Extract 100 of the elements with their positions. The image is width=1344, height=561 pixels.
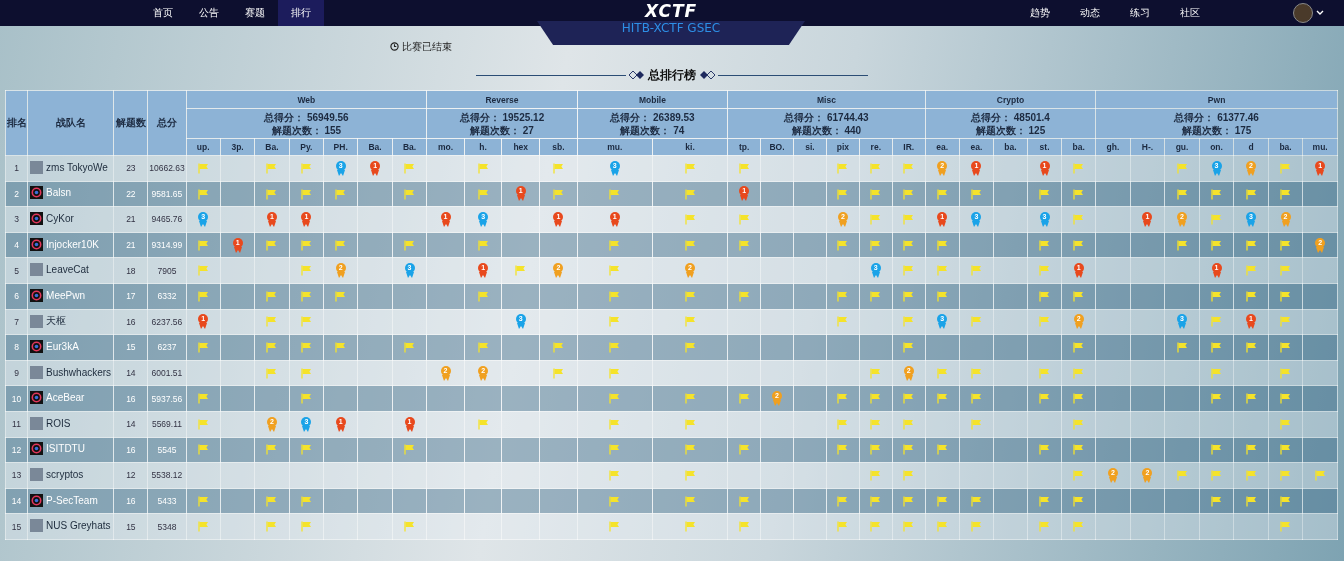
column-header: 战队名 xyxy=(27,90,114,156)
total-score: 9314.99 xyxy=(147,232,186,258)
solved-count: 16 xyxy=(113,437,148,463)
rank-cell: 13 xyxy=(5,462,28,489)
rank-cell: 3 xyxy=(5,206,28,233)
category-score: 总得分： 56949.56 xyxy=(262,110,350,124)
nav-link[interactable]: 首页 xyxy=(140,0,186,26)
rank-cell: 12 xyxy=(5,437,28,463)
solved-count: 17 xyxy=(113,283,148,310)
category-solves: 解题次数： 155 xyxy=(270,123,343,137)
solved-count: 21 xyxy=(113,206,148,233)
column-header: 排名 xyxy=(5,90,28,156)
total-score: 5348 xyxy=(147,513,186,540)
rank-cell: 1 xyxy=(5,155,28,182)
event-subtitle: HITB-XCTF GSEC xyxy=(621,21,721,37)
rank-cell: 11 xyxy=(5,411,28,438)
team-logo-placeholder xyxy=(30,365,44,379)
team-logo-placeholder xyxy=(30,160,44,174)
total-score: 6237.56 xyxy=(147,309,186,335)
team-logo-icon xyxy=(30,339,44,353)
nav-link[interactable]: 赛题 xyxy=(232,0,278,26)
rank-cell: 14 xyxy=(5,488,28,514)
nav-link[interactable]: 公告 xyxy=(186,0,232,26)
team-logo-icon xyxy=(30,493,44,507)
total-score: 6237 xyxy=(147,334,186,361)
chevron-down-icon[interactable] xyxy=(1316,10,1324,16)
team-name[interactable]: scryptos xyxy=(46,468,84,480)
rank-cell: 5 xyxy=(5,257,28,284)
category-solves: 解题次数： 74 xyxy=(619,123,686,137)
total-score: 9465.76 xyxy=(147,206,186,233)
category-score: 总得分： 48501.4 xyxy=(969,110,1051,124)
total-score: 5538.12 xyxy=(147,462,186,489)
solved-count: 15 xyxy=(113,334,148,361)
solved-count: 16 xyxy=(113,488,148,514)
nav-link[interactable]: 排行 xyxy=(278,0,324,26)
total-score: 5569.11 xyxy=(147,411,186,438)
solved-count: 12 xyxy=(113,462,148,489)
nav-link[interactable]: 动态 xyxy=(1065,0,1115,26)
team-logo-icon xyxy=(30,212,44,225)
solved-count: 14 xyxy=(113,360,148,386)
team-name[interactable]: CyKor xyxy=(46,213,74,224)
solved-count: 22 xyxy=(113,181,148,207)
solved-count: 14 xyxy=(113,411,148,438)
nav-link[interactable]: 社区 xyxy=(1165,0,1215,26)
category-solves: 解题次数： 175 xyxy=(1180,123,1253,137)
team-logo-icon xyxy=(30,288,44,302)
total-score: 9581.65 xyxy=(147,181,186,207)
category-solves: 解题次数： 125 xyxy=(974,123,1047,137)
team-logo-icon xyxy=(30,442,44,456)
solved-count: 15 xyxy=(113,513,148,540)
rank-cell: 7 xyxy=(5,309,28,335)
diamond-icon xyxy=(628,70,646,80)
solved-count: 18 xyxy=(113,257,148,284)
rank-cell: 4 xyxy=(5,232,28,258)
nav-link[interactable]: 练习 xyxy=(1115,0,1165,26)
column-header: 总分 xyxy=(147,90,186,156)
category-score: 总得分： 61377.46 xyxy=(1172,110,1260,124)
total-score: 6001.51 xyxy=(147,360,186,386)
solved-count: 21 xyxy=(113,232,148,258)
team-logo-icon xyxy=(30,237,44,251)
clock-icon xyxy=(390,42,399,51)
team-logo-placeholder xyxy=(30,263,44,277)
logo-text: XCTF xyxy=(644,0,698,22)
contest-status: 比赛已结束 xyxy=(402,39,452,54)
category-header: Pwn xyxy=(1095,90,1338,109)
user-avatar-icon[interactable] xyxy=(1293,3,1313,23)
category-header: Web xyxy=(186,90,427,109)
solved-count: 16 xyxy=(113,309,148,335)
rank-cell: 6 xyxy=(5,283,28,310)
team-name[interactable]: 天枢 xyxy=(46,314,67,329)
rank-cell: 2 xyxy=(5,181,28,207)
column-header: 解题数 xyxy=(113,90,148,156)
team-logo-icon xyxy=(30,186,44,200)
total-score: 5545 xyxy=(147,437,186,463)
category-solves: 解题次数： 440 xyxy=(790,123,863,137)
team-name[interactable]: ROIS xyxy=(46,417,71,429)
nav-link[interactable]: 趋势 xyxy=(1015,0,1065,26)
category-header: Reverse xyxy=(426,90,578,109)
rank-cell: 15 xyxy=(5,513,28,540)
total-score: 10662.63 xyxy=(147,155,186,182)
category-score: 总得分： 61744.43 xyxy=(782,110,870,124)
category-score: 总得分： 19525.12 xyxy=(458,110,546,124)
team-logo-placeholder xyxy=(30,467,44,481)
team-logo-placeholder xyxy=(30,314,44,328)
category-header: Crypto xyxy=(925,90,1096,109)
rank-cell: 9 xyxy=(5,360,28,386)
leaderboard-title: 总排行榜 xyxy=(648,66,696,84)
category-score: 总得分： 26389.53 xyxy=(608,110,696,124)
category-header: Mobile xyxy=(577,90,728,109)
total-score: 7905 xyxy=(147,257,186,284)
diamond-icon xyxy=(698,70,716,80)
rank-cell: 10 xyxy=(5,385,28,412)
total-score: 6332 xyxy=(147,283,186,310)
team-logo-icon xyxy=(30,391,44,405)
team-logo-placeholder xyxy=(30,519,44,533)
solved-count: 23 xyxy=(113,155,148,182)
solved-count: 16 xyxy=(113,385,148,412)
rank-cell: 8 xyxy=(5,334,28,361)
total-score: 5433 xyxy=(147,488,186,514)
category-header: Misc xyxy=(727,90,926,109)
